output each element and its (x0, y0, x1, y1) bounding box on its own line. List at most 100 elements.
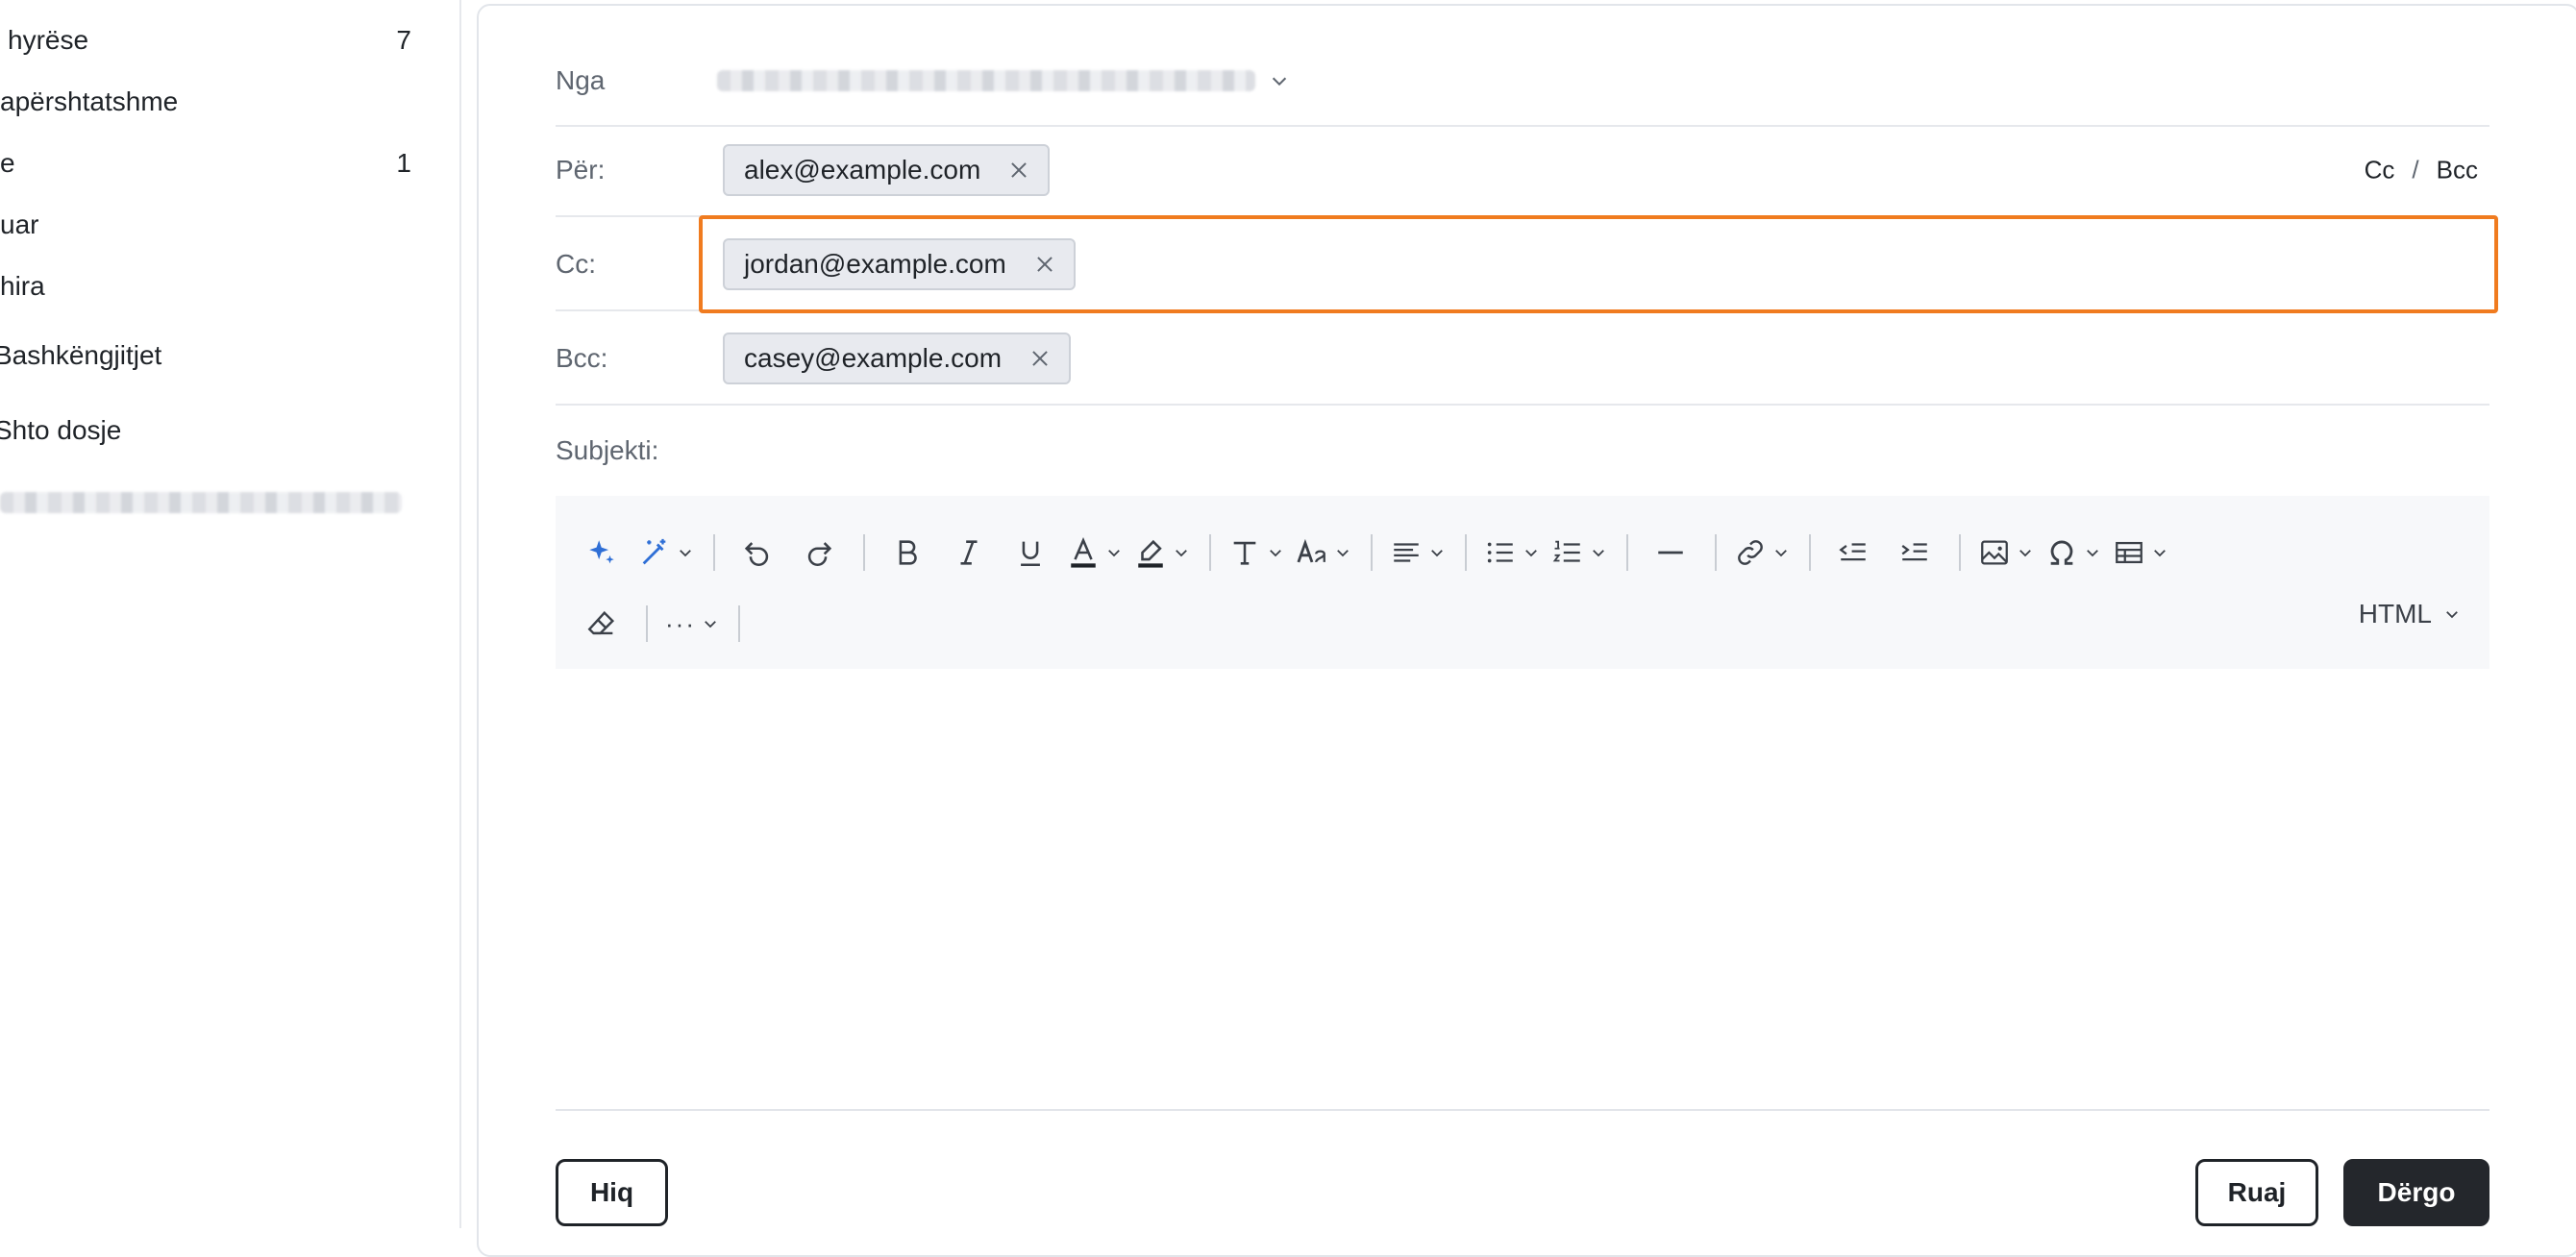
sidebar-item-spam[interactable]: apërshtatshme (0, 83, 411, 121)
eraser-icon[interactable] (577, 599, 627, 649)
align-icon[interactable] (1390, 528, 1446, 578)
text-color-icon[interactable] (1067, 528, 1123, 578)
chevron-down-icon (696, 607, 719, 640)
sidebar-item-drafts[interactable]: e 1 (0, 144, 411, 183)
toggle-separator: / (2412, 155, 2419, 185)
chevron-down-icon (2145, 536, 2168, 569)
discard-button[interactable]: Hiq (556, 1159, 668, 1226)
toolbar-separator (1809, 534, 1811, 571)
indent-icon[interactable] (1890, 528, 1940, 578)
save-button[interactable]: Ruaj (2195, 1159, 2318, 1226)
chevron-down-icon (1584, 536, 1607, 569)
horizontal-rule-icon[interactable] (1646, 528, 1696, 578)
toolbar-separator (646, 605, 648, 642)
sidebar-item-sent[interactable]: uar (0, 206, 411, 244)
sidebar-item-attachments[interactable]: Bashkëngjitjet (0, 336, 411, 375)
bold-icon[interactable] (882, 528, 932, 578)
send-button[interactable]: Dërgo (2343, 1159, 2489, 1226)
from-select[interactable] (717, 70, 1290, 91)
bcc-row: Bcc: casey@example.com (556, 313, 2489, 406)
from-row: Nga (556, 37, 2489, 127)
image-icon[interactable] (1978, 528, 2034, 578)
chevron-down-icon (1423, 536, 1446, 569)
chevron-down-icon (2078, 536, 2101, 569)
from-label: Nga (556, 65, 606, 95)
cc-focus-highlight (699, 215, 2498, 313)
toolbar-separator (1715, 534, 1717, 571)
underline-icon[interactable] (1005, 528, 1055, 578)
sidebar-item-label: uar (0, 210, 39, 239)
undo-icon[interactable] (732, 528, 782, 578)
ai-sparkle-icon[interactable] (577, 528, 627, 578)
sidebar-item-label: e (0, 148, 15, 178)
chevron-down-icon (1328, 536, 1351, 569)
chevron-down-icon (671, 536, 694, 569)
subject-label: Subjekti: (556, 435, 659, 465)
chevron-down-icon (1261, 536, 1284, 569)
numbered-list-icon[interactable] (1551, 528, 1607, 578)
chip-email: casey@example.com (744, 343, 1003, 373)
blurred-from-address (717, 70, 1255, 91)
toolbar-separator (1209, 534, 1211, 571)
sidebar-item-label: hira (0, 271, 45, 301)
bcc-recipient-chip[interactable]: casey@example.com (723, 333, 1072, 384)
toolbar-separator (1959, 534, 1961, 571)
toolbar-row-1 (577, 517, 2180, 588)
chevron-down-icon (1269, 70, 1290, 91)
sidebar-add-folder[interactable]: Shto dosje (0, 411, 411, 450)
outdent-icon[interactable] (1828, 528, 1878, 578)
html-mode-select[interactable]: HTML (2359, 589, 2461, 639)
magic-wand-icon[interactable] (638, 528, 694, 578)
toolbar-row-2: ··· (577, 588, 757, 659)
sidebar-item-count: 1 (396, 148, 411, 178)
bcc-label: Bcc: (556, 343, 608, 373)
sidebar-item-label: Bashkëngjitjet (0, 340, 162, 370)
cc-bcc-toggles: Cc / Bcc (2365, 156, 2478, 185)
special-char-icon[interactable] (2045, 528, 2101, 578)
chevron-down-icon (2011, 536, 2034, 569)
toolbar-separator (737, 605, 740, 642)
redo-icon[interactable] (794, 528, 844, 578)
chip-email: alex@example.com (744, 155, 981, 185)
toolbar-separator (863, 534, 865, 571)
subject-row[interactable]: Subjekti: (556, 406, 2489, 496)
recipient-chip[interactable]: alex@example.com (723, 144, 1051, 196)
close-icon[interactable] (1030, 349, 1050, 368)
html-mode-label: HTML (2358, 599, 2432, 628)
italic-icon[interactable] (944, 528, 994, 578)
sidebar: hyrëse 7 apërshtatshme e 1 uar hira Bash… (0, 0, 461, 1228)
to-row: Për: alex@example.com Cc / Bcc (556, 125, 2489, 217)
font-family-icon[interactable] (1296, 528, 1351, 578)
blurred-account-text (0, 492, 402, 513)
toolbar-separator (1371, 534, 1373, 571)
sidebar-item-inbox[interactable]: hyrëse 7 (0, 21, 411, 60)
chevron-down-icon (2438, 605, 2461, 623)
chevron-down-icon (1767, 536, 1790, 569)
toolbar-separator (713, 534, 715, 571)
sidebar-item-trash[interactable]: hira (0, 267, 411, 306)
cc-toggle-button[interactable]: Cc (2365, 156, 2395, 185)
link-icon[interactable] (1734, 528, 1790, 578)
toolbar-separator (1465, 534, 1467, 571)
close-icon[interactable] (1009, 160, 1028, 180)
toolbar-separator (1626, 534, 1628, 571)
chevron-down-icon (1100, 536, 1123, 569)
cc-label: Cc: (556, 249, 596, 279)
sidebar-item-count: 7 (396, 25, 411, 55)
bullet-list-icon[interactable] (1484, 528, 1540, 578)
save-label: Ruaj (2227, 1177, 2287, 1207)
font-size-icon[interactable] (1228, 528, 1284, 578)
more-options-label: ··· (665, 608, 696, 638)
chevron-down-icon (1517, 536, 1540, 569)
bcc-toggle-button[interactable]: Bcc (2437, 156, 2478, 185)
more-options-button[interactable]: ··· (665, 599, 719, 649)
to-label: Për: (556, 155, 606, 185)
chevron-down-icon (1167, 536, 1190, 569)
message-body-editor[interactable] (556, 669, 2489, 1111)
highlight-icon[interactable] (1134, 528, 1190, 578)
table-icon[interactable] (2113, 528, 2168, 578)
send-label: Dërgo (2377, 1177, 2456, 1207)
editor-toolbar: ··· HTML (556, 496, 2489, 669)
sidebar-item-label: Shto dosje (0, 415, 122, 445)
discard-label: Hiq (589, 1177, 634, 1207)
